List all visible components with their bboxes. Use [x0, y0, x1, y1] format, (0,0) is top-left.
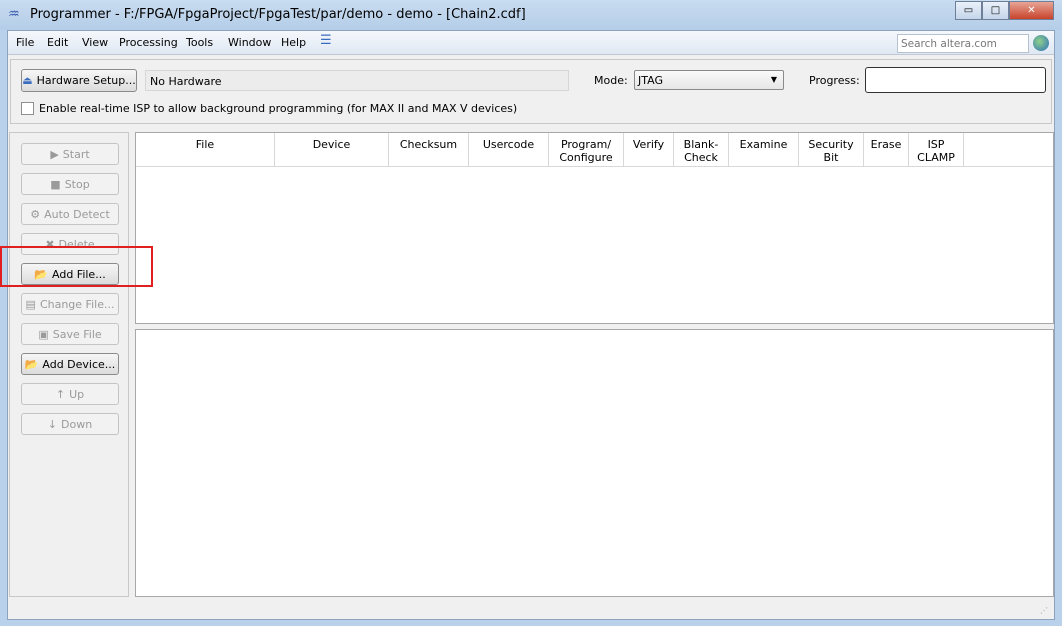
save-file-label: Save File: [52, 327, 102, 341]
menu-file[interactable]: File: [16, 36, 34, 49]
isp-checkbox[interactable]: [21, 102, 34, 115]
progress-bar: [865, 67, 1046, 93]
menu-bar: File Edit View Processing Tools Window H…: [8, 31, 1054, 55]
hardware-setup-button[interactable]: ⏏ Hardware Setup...: [21, 69, 137, 92]
menu-tools[interactable]: Tools: [186, 36, 213, 49]
auto-detect-label: Auto Detect: [44, 207, 110, 221]
mode-value: JTAG: [638, 74, 663, 87]
window-title: Programmer - F:/FPGA/FpgaProject/FpgaTes…: [30, 7, 526, 22]
auto-detect-icon: ⚙: [30, 207, 41, 221]
save-file-button[interactable]: ▣ Save File: [21, 323, 119, 345]
down-label: Down: [61, 417, 93, 431]
mode-select[interactable]: JTAG ▼: [634, 70, 784, 90]
hardware-field: No Hardware: [145, 70, 569, 91]
save-icon: ▣: [38, 327, 49, 341]
column-checksum[interactable]: Checksum: [389, 133, 469, 166]
hardware-icon: ⏏: [22, 74, 33, 87]
minimize-button[interactable]: ▭: [955, 1, 982, 20]
up-button[interactable]: ↑ Up: [21, 383, 119, 405]
change-file-label: Change File...: [39, 297, 115, 311]
title-bar: ♒ Programmer - F:/FPGA/FpgaProject/FpgaT…: [0, 0, 1062, 30]
side-button-panel: ▶ Start ■ Stop ⚙ Auto Detect ✖ Delete 📂 Add F…: [9, 132, 129, 597]
column-blank-check[interactable]: Blank- Check: [674, 133, 729, 166]
maximize-button[interactable]: □: [982, 1, 1009, 20]
change-file-button[interactable]: ▤ Change File...: [21, 293, 119, 315]
column-verify[interactable]: Verify: [624, 133, 674, 166]
table-header: File Device Checksum Usercode Program/ C…: [136, 133, 1053, 167]
column-isp-clamp[interactable]: ISP CLAMP: [909, 133, 964, 166]
programmer-app-icon: ♒: [8, 7, 20, 22]
menu-processing[interactable]: Processing: [119, 36, 178, 49]
column-program-configure[interactable]: Program/ Configure: [549, 133, 624, 166]
chevron-down-icon: ▼: [770, 75, 777, 84]
up-label: Up: [69, 387, 85, 401]
column-examine[interactable]: Examine: [729, 133, 799, 166]
stop-label: Stop: [64, 177, 90, 191]
menu-help[interactable]: Help: [281, 36, 306, 49]
column-erase[interactable]: Erase: [864, 133, 909, 166]
main-window: File Edit View Processing Tools Window H…: [0, 30, 1055, 620]
resize-grip-icon[interactable]: ⋰: [1040, 606, 1048, 615]
start-label: Start: [62, 147, 90, 161]
mode-label: Mode:: [594, 74, 628, 87]
stop-icon: ■: [50, 177, 61, 191]
globe-icon[interactable]: [1033, 35, 1049, 51]
menu-edit[interactable]: Edit: [47, 36, 68, 49]
search-input[interactable]: Search altera.com: [897, 34, 1029, 53]
add-device-button[interactable]: 📂 Add Device...: [21, 353, 119, 375]
auto-detect-button[interactable]: ⚙ Auto Detect: [21, 203, 119, 225]
highlight-box: [0, 246, 153, 287]
chain-diagram-panel: [135, 329, 1054, 597]
down-button[interactable]: ↓ Down: [21, 413, 119, 435]
column-device[interactable]: Device: [275, 133, 389, 166]
add-device-label: Add Device...: [42, 357, 116, 371]
menu-window[interactable]: Window: [228, 36, 271, 49]
column-file[interactable]: File: [136, 133, 275, 166]
progress-label: Progress:: [809, 74, 860, 87]
device-table: File Device Checksum Usercode Program/ C…: [135, 132, 1054, 324]
close-button[interactable]: ✕: [1009, 1, 1054, 20]
stop-button[interactable]: ■ Stop: [21, 173, 119, 195]
change-file-icon: ▤: [25, 297, 36, 311]
add-device-icon: 📂: [24, 357, 39, 371]
isp-checkbox-label: Enable real-time ISP to allow background…: [39, 102, 518, 115]
column-security-bit[interactable]: Security Bit: [799, 133, 864, 166]
up-arrow-icon: ↑: [55, 387, 66, 401]
column-usercode[interactable]: Usercode: [469, 133, 549, 166]
down-arrow-icon: ↓: [47, 417, 58, 431]
start-icon: ▶: [50, 147, 59, 161]
hardware-setup-label: Hardware Setup...: [36, 74, 136, 87]
feedback-icon[interactable]: ☰: [320, 33, 332, 48]
hardware-toolbar: ⏏ Hardware Setup... No Hardware Mode: JT…: [10, 59, 1052, 124]
start-button[interactable]: ▶ Start: [21, 143, 119, 165]
menu-view[interactable]: View: [82, 36, 108, 49]
